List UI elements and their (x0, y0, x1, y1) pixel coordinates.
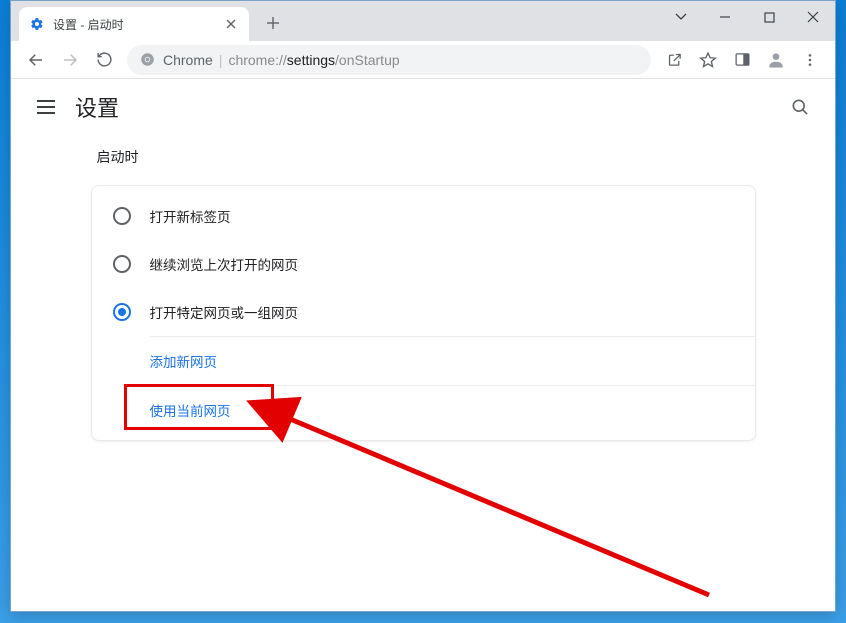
reload-button[interactable] (87, 45, 121, 75)
page-content: 设置 启动时 打开新标签页 (11, 79, 835, 611)
option-new-tab[interactable]: 打开新标签页 (92, 192, 755, 240)
url-path: chrome://settings/onStartup (228, 52, 399, 68)
tab-search-button[interactable] (659, 2, 703, 32)
option-continue[interactable]: 继续浏览上次打开的网页 (92, 240, 755, 288)
section-title: 启动时 (97, 147, 756, 167)
gear-icon (29, 16, 45, 32)
radio-icon (112, 206, 132, 226)
settings-page: 启动时 打开新标签页 继续浏览上次打开的网页 (11, 135, 835, 453)
add-new-page-link[interactable]: 添加新网页 (92, 337, 755, 385)
page-title: 设置 (75, 91, 119, 123)
url-scheme: Chrome (163, 52, 213, 68)
search-button[interactable] (785, 92, 815, 122)
titlebar: 设置 - 启动时 (11, 1, 835, 41)
browser-tab[interactable]: 设置 - 启动时 (19, 7, 249, 41)
new-tab-button[interactable] (259, 9, 287, 37)
link-label: 使用当前网页 (150, 400, 231, 420)
side-panel-button[interactable] (725, 45, 759, 75)
desktop: 设置 - 启动时 (0, 0, 846, 623)
option-label: 打开新标签页 (150, 206, 231, 226)
startup-card: 打开新标签页 继续浏览上次打开的网页 打开特定网 (91, 185, 756, 441)
startup-section: 启动时 打开新标签页 继续浏览上次打开的网页 (91, 147, 756, 441)
share-button[interactable] (657, 45, 691, 75)
option-specific-pages[interactable]: 打开特定网页或一组网页 (92, 288, 755, 336)
address-bar[interactable]: Chrome | chrome://settings/onStartup (127, 45, 651, 75)
window-close-button[interactable] (791, 2, 835, 32)
option-label: 继续浏览上次打开的网页 (150, 254, 299, 274)
radio-icon-selected (112, 302, 132, 322)
radio-icon (112, 254, 132, 274)
hamburger-button[interactable] (31, 92, 61, 122)
maximize-button[interactable] (747, 2, 791, 32)
forward-button[interactable] (53, 45, 87, 75)
back-button[interactable] (19, 45, 53, 75)
minimize-button[interactable] (703, 2, 747, 32)
settings-appbar: 设置 (11, 79, 835, 135)
browser-toolbar: Chrome | chrome://settings/onStartup (11, 41, 835, 79)
bookmark-button[interactable] (691, 45, 725, 75)
close-icon[interactable] (223, 16, 239, 32)
more-button[interactable] (793, 45, 827, 75)
window-controls (659, 1, 835, 33)
option-label: 打开特定网页或一组网页 (150, 302, 299, 322)
profile-button[interactable] (759, 45, 793, 75)
tab-title: 设置 - 启动时 (53, 16, 223, 33)
link-label: 添加新网页 (150, 351, 218, 371)
chrome-window: 设置 - 启动时 (10, 0, 836, 612)
url-separator: | (219, 52, 223, 68)
use-current-pages-link[interactable]: 使用当前网页 (92, 386, 755, 434)
chrome-icon (139, 52, 155, 68)
